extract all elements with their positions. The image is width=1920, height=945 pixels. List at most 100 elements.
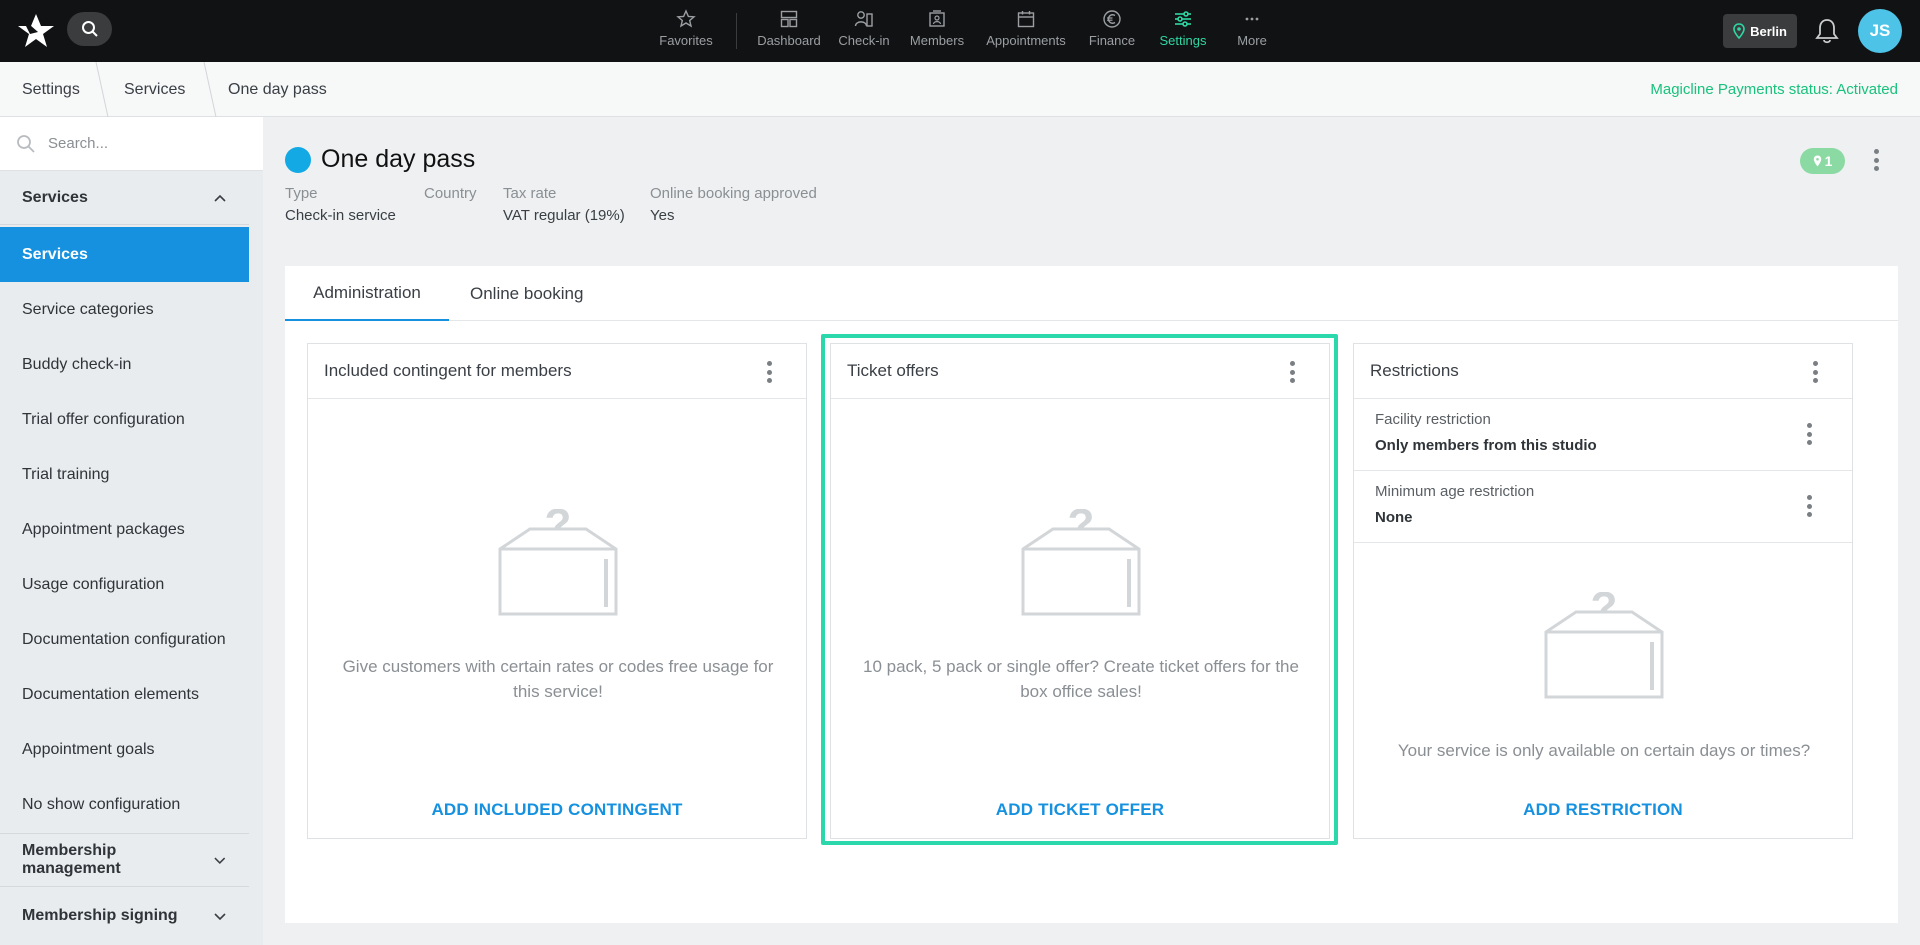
nav-label: Settings [1159,33,1207,48]
section-label: Services [22,188,88,206]
nav-label: Finance [1088,33,1136,48]
breadcrumb-settings[interactable]: Settings [22,62,80,117]
location-label: Berlin [1750,23,1787,39]
sidebar: Search... Services Services Service cate… [0,117,263,945]
included-contingent-card: Included contingent for members ? Give c… [307,343,807,839]
page-title: One day pass [321,145,476,173]
card-more-menu-icon[interactable] [1812,361,1818,383]
sidebar-scrollbar[interactable] [249,171,263,945]
nav-label: More [1237,33,1267,48]
page-more-menu-icon[interactable] [1873,149,1879,171]
sidebar-section-membership-management[interactable]: Membership management [0,833,249,887]
section-label: Membership signing [22,907,178,924]
section-label: Membership management [22,842,121,877]
nav-label: Check-in [838,33,890,48]
main-nav: Favorites Dashboard Check-in Members App… [648,0,1285,62]
breadcrumb-services[interactable]: Services [124,62,185,117]
restrictions-card: Restrictions Facility restriction Only m… [1353,343,1853,839]
search-icon [81,21,98,37]
sidebar-item-trial-offer-configuration[interactable]: Trial offer configuration [0,392,249,447]
nav-check-in[interactable]: Check-in [829,0,899,62]
chevron-up-icon [214,194,226,202]
row-more-menu-icon[interactable] [1806,495,1812,517]
card-title: Included contingent for members [308,344,806,399]
location-count-badge[interactable]: 1 [1800,148,1845,174]
meta-online-value: Yes [650,207,675,224]
nav-label: Members [909,33,965,48]
facility-restriction-value: Only members from this studio [1375,437,1597,454]
nav-more[interactable]: More [1219,0,1285,62]
facility-restriction-row[interactable]: Facility restriction Only members from t… [1354,399,1852,471]
nav-favorites[interactable]: Favorites [648,0,724,62]
minimum-age-restriction-row[interactable]: Minimum age restriction None [1354,471,1852,543]
location-pin-icon [1813,155,1821,167]
meta-online-label: Online booking approved [650,185,817,202]
ticket-offers-highlight [821,334,1338,845]
card-empty-text: Give customers with certain rates or cod… [342,657,774,701]
nav-dashboard[interactable]: Dashboard [749,0,829,62]
star-icon [676,9,696,28]
meta-country-label: Country [424,185,477,202]
sidebar-item-service-categories[interactable]: Service categories [0,282,249,337]
row-more-menu-icon[interactable] [1806,423,1812,445]
minimum-age-value: None [1375,509,1413,526]
sidebar-item-no-show-configuration[interactable]: No show configuration [0,777,249,832]
calendar-icon [1017,11,1035,28]
tab-online-booking[interactable]: Online booking [470,266,583,321]
sidebar-item-services[interactable]: Services [0,227,249,282]
breadcrumb-current: One day pass [228,80,327,98]
add-included-contingent-button[interactable]: ADD INCLUDED CONTINGENT [308,800,806,820]
dashboard-icon [780,10,798,28]
sidebar-search-input[interactable]: Search... [0,117,263,171]
euro-icon [1103,10,1121,28]
user-avatar[interactable]: JS [1858,9,1902,53]
card-more-menu-icon[interactable] [766,361,772,383]
bell-icon[interactable] [1814,17,1840,45]
location-pin-icon [1733,23,1745,39]
sidebar-section-membership-signing[interactable]: Membership signing [0,889,249,943]
logo-star-icon[interactable] [16,12,56,50]
sidebar-item-documentation-elements[interactable]: Documentation elements [0,667,249,722]
tab-administration[interactable]: Administration [285,266,449,321]
search-icon [17,134,35,153]
nav-divider [736,13,737,49]
add-restriction-button[interactable]: ADD RESTRICTION [1354,800,1852,820]
service-color-dot [285,147,311,173]
check-in-icon [854,11,873,27]
card-title: Restrictions [1354,344,1852,399]
minimum-age-label: Minimum age restriction [1375,483,1535,500]
chevron-down-icon [214,857,226,865]
nav-settings[interactable]: Settings [1147,0,1219,62]
meta-tax-value: VAT regular (19%) [503,207,625,224]
global-search-button[interactable] [67,12,112,46]
breadcrumb-separator [95,62,109,117]
sidebar-item-appointment-packages[interactable]: Appointment packages [0,502,249,557]
payments-status[interactable]: Magicline Payments status: Activated [1650,62,1898,117]
top-navigation-bar: Favorites Dashboard Check-in Members App… [0,0,1920,62]
card-empty-text: Your service is only available on certai… [1397,741,1811,760]
meta-tax-label: Tax rate [503,185,557,202]
meta-type-value: Check-in service [285,207,396,224]
sidebar-item-documentation-configuration[interactable]: Documentation configuration [0,612,249,667]
breadcrumb: Settings Services One day pass Magicline… [0,62,1920,117]
more-icon [1245,17,1259,21]
nav-label: Appointments [986,33,1066,48]
sidebar-section-services[interactable]: Services [0,171,249,225]
location-button[interactable]: Berlin [1723,14,1797,48]
nav-appointments[interactable]: Appointments [975,0,1077,62]
nav-finance[interactable]: Finance [1077,0,1147,62]
breadcrumb-separator [203,62,217,117]
sidebar-item-usage-configuration[interactable]: Usage configuration [0,557,249,612]
tab-bar: Administration Online booking [285,266,1898,321]
meta-type-label: Type [285,185,318,202]
nav-label: Favorites [659,33,713,48]
empty-box-question-icon: ? [1544,592,1664,699]
nav-members[interactable]: Members [899,0,975,62]
sliders-icon [1175,11,1191,27]
search-placeholder: Search... [48,135,109,152]
sidebar-item-buddy-check-in[interactable]: Buddy check-in [0,337,249,392]
facility-restriction-label: Facility restriction [1375,411,1491,428]
sidebar-item-trial-training[interactable]: Trial training [0,447,249,502]
sidebar-item-appointment-goals[interactable]: Appointment goals [0,722,249,777]
chevron-down-icon [214,913,226,921]
